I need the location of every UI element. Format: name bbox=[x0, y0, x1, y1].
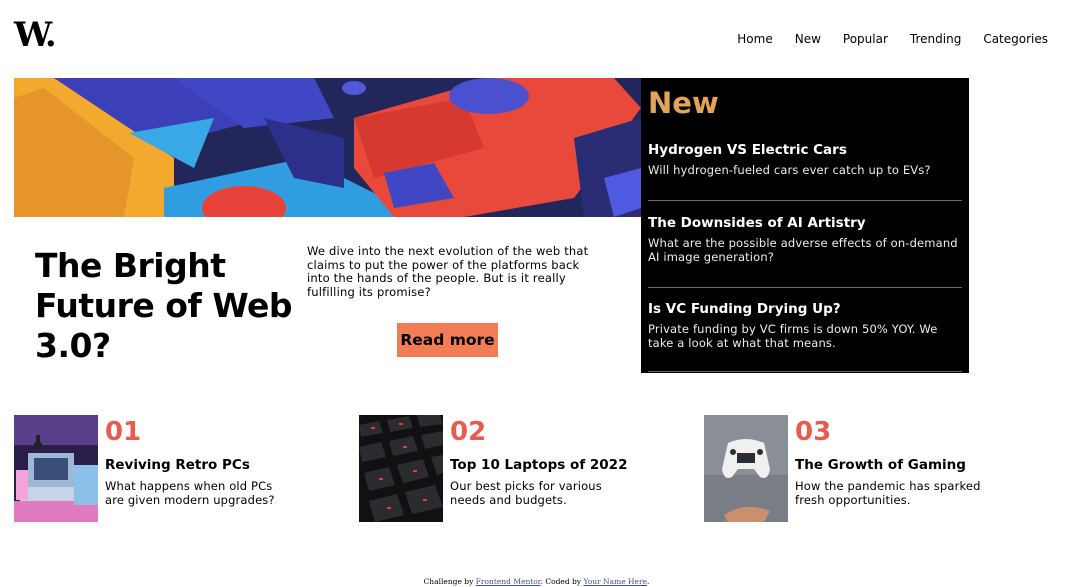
footer-suffix: . bbox=[647, 577, 650, 586]
nav-popular[interactable]: Popular bbox=[843, 32, 888, 46]
article-card[interactable]: 02 Top 10 Laptops of 2022 Our best picks… bbox=[359, 415, 669, 522]
read-more-button[interactable]: Read more bbox=[397, 323, 498, 357]
abstract-3d-shapes-image bbox=[14, 78, 641, 217]
card-desc: How the pandemic has sparked fresh oppor… bbox=[795, 479, 981, 507]
divider bbox=[648, 371, 962, 372]
new-panel: New Hydrogen VS Electric Cars Will hydro… bbox=[641, 78, 969, 373]
divider bbox=[648, 200, 962, 201]
card-desc: What happens when old PCs are given mode… bbox=[105, 479, 275, 507]
article-card[interactable]: 01 Reviving Retro PCs What happens when … bbox=[14, 415, 324, 522]
new-item-title[interactable]: Is VC Funding Drying Up? bbox=[648, 301, 962, 317]
nav-categories[interactable]: Categories bbox=[983, 32, 1048, 46]
divider bbox=[648, 287, 962, 288]
card-title[interactable]: Reviving Retro PCs bbox=[105, 457, 250, 473]
nav-trending[interactable]: Trending bbox=[910, 32, 961, 46]
card-desc: Our best picks for various needs and bud… bbox=[450, 479, 602, 507]
keyboard-image bbox=[359, 415, 443, 522]
new-item[interactable]: Hydrogen VS Electric Cars Will hydrogen-… bbox=[648, 142, 962, 178]
card-number: 01 bbox=[105, 417, 142, 447]
new-item-title[interactable]: Hydrogen VS Electric Cars bbox=[648, 142, 962, 158]
logo[interactable]: W. bbox=[14, 18, 57, 52]
new-item-desc: Will hydrogen-fueled cars ever catch up … bbox=[648, 163, 931, 177]
card-number: 02 bbox=[450, 417, 487, 447]
hero-image bbox=[14, 78, 641, 217]
new-item-title[interactable]: The Downsides of AI Artistry bbox=[648, 215, 962, 231]
hero-description: We dive into the next evolution of the w… bbox=[307, 244, 589, 299]
hero-headline: The Bright Future of Web 3.0? bbox=[35, 246, 293, 365]
frontend-mentor-link[interactable]: Frontend Mentor bbox=[476, 577, 541, 586]
main-nav: Home New Popular Trending Categories bbox=[737, 32, 1048, 46]
card-title[interactable]: The Growth of Gaming bbox=[795, 457, 966, 473]
new-panel-title: New bbox=[648, 86, 719, 120]
gamepad-image bbox=[704, 415, 788, 522]
nav-home[interactable]: Home bbox=[737, 32, 772, 46]
footer-prefix: Challenge by bbox=[423, 577, 476, 586]
new-item-desc: Private funding by VC firms is down 50% … bbox=[648, 322, 938, 350]
nav-new[interactable]: New bbox=[795, 32, 821, 46]
card-title[interactable]: Top 10 Laptops of 2022 bbox=[450, 457, 627, 473]
author-link[interactable]: Your Name Here bbox=[583, 577, 647, 586]
footer-middle: . Coded by bbox=[540, 577, 584, 586]
new-item[interactable]: The Downsides of AI Artistry What are th… bbox=[648, 215, 962, 264]
article-card[interactable]: 03 The Growth of Gaming How the pandemic… bbox=[704, 415, 1014, 522]
retro-pc-image bbox=[14, 415, 98, 522]
new-item-desc: What are the possible adverse effects of… bbox=[648, 236, 958, 264]
new-item[interactable]: Is VC Funding Drying Up? Private funding… bbox=[648, 301, 962, 350]
footer: Challenge by Frontend Mentor. Coded by Y… bbox=[0, 577, 1073, 586]
card-number: 03 bbox=[795, 417, 832, 447]
